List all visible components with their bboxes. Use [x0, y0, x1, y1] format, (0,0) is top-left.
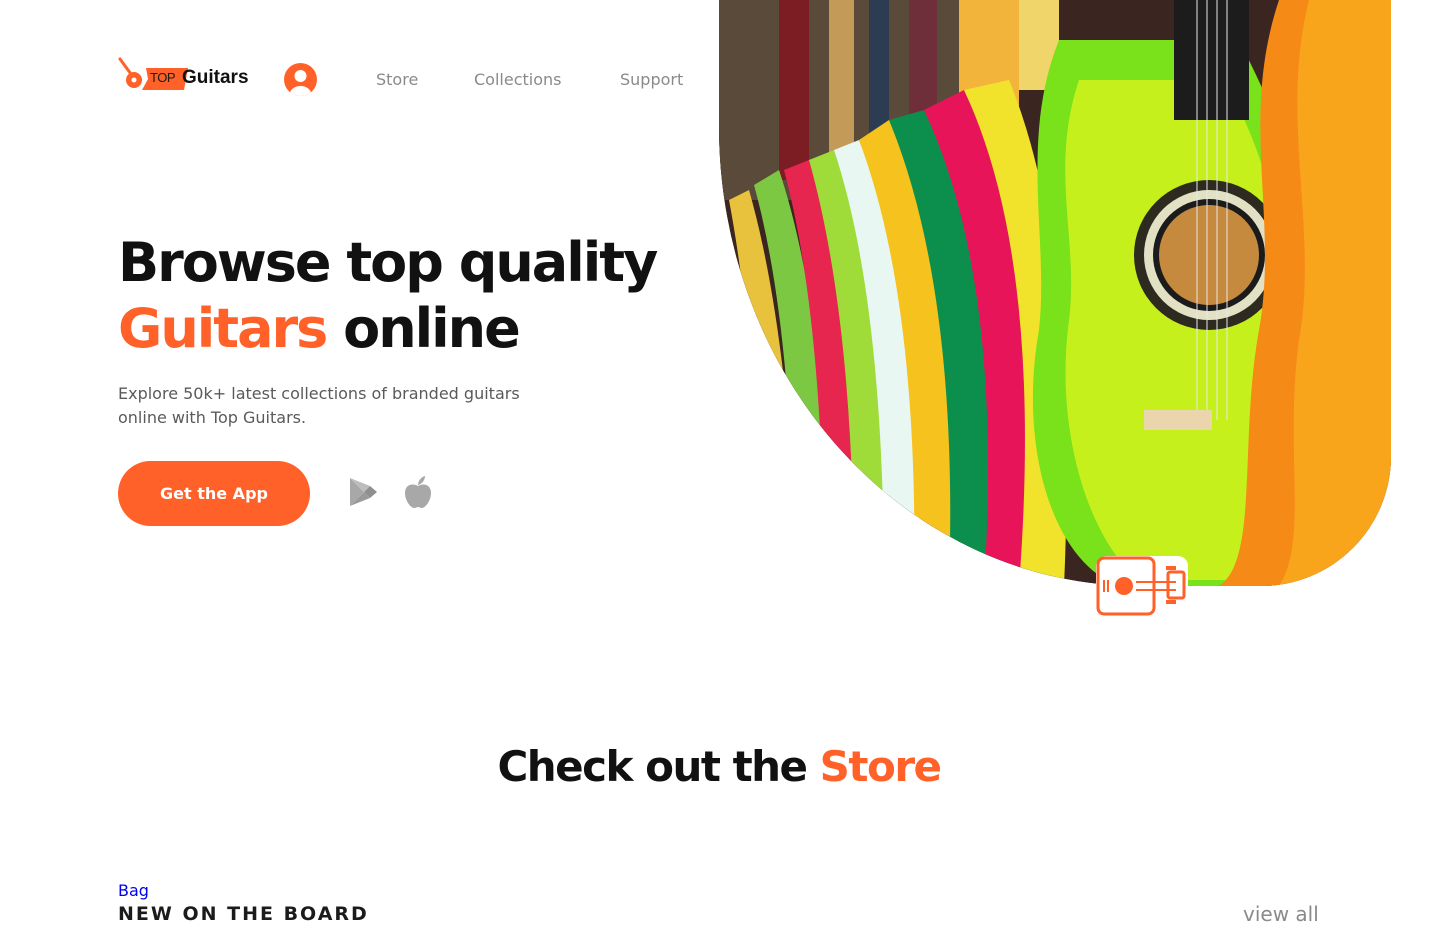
- store-title-accent: Store: [819, 742, 942, 791]
- user-avatar[interactable]: [284, 63, 317, 96]
- nav-support-link[interactable]: Support: [620, 70, 683, 89]
- hero-guitars-image: [719, 0, 1391, 586]
- hero-subtitle: Explore 50k+ latest collections of brand…: [118, 384, 520, 427]
- brand-logo[interactable]: TOP Guitars: [118, 56, 258, 96]
- guitars-illustration: [719, 0, 1391, 586]
- guitar-badge: [1096, 556, 1188, 616]
- view-all-link[interactable]: view all: [1243, 902, 1319, 926]
- nav-store-link[interactable]: Store: [376, 70, 418, 89]
- hero-title-accent: Guitars: [118, 297, 328, 360]
- logo-top-text: TOP: [150, 70, 176, 85]
- store-title-main: Check out the: [497, 742, 820, 791]
- logo-name: Guitars: [182, 67, 249, 88]
- nav-collections-link[interactable]: Collections: [474, 70, 561, 89]
- get-app-button[interactable]: Get the App: [118, 461, 310, 526]
- store-section-title: Check out the Store: [0, 742, 1438, 791]
- guitar-icon: [1096, 556, 1188, 616]
- hero-title: Browse top quality Guitars online: [118, 230, 658, 362]
- apple-icon-graphic: [405, 476, 431, 508]
- new-on-board-heading: NEW ON THE BOARD: [118, 903, 369, 925]
- google-play-icon-graphic: [350, 478, 377, 506]
- bag-link[interactable]: Bag: [118, 881, 149, 900]
- google-play-icon[interactable]: [345, 474, 381, 510]
- hero-title-line1: Browse top quality: [118, 231, 658, 294]
- hero-title-rest: online: [326, 297, 521, 360]
- apple-icon[interactable]: [400, 474, 436, 510]
- user-icon: [284, 63, 317, 96]
- landing-page: TOP Guitars Store Collections Support Br…: [0, 0, 1438, 946]
